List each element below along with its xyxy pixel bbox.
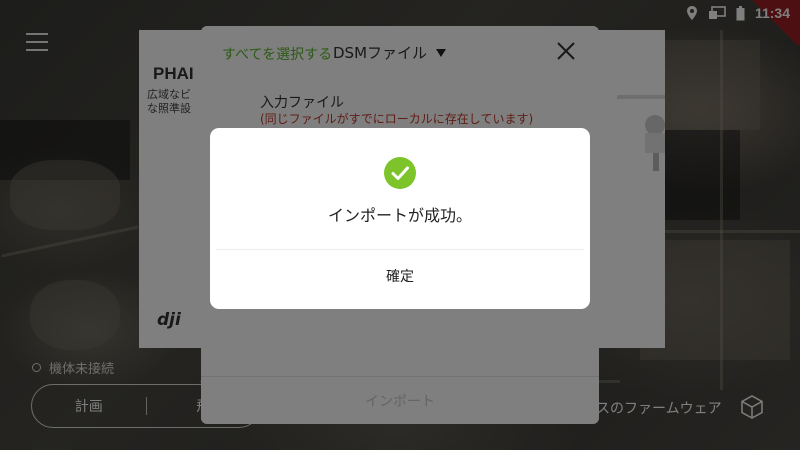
success-modal: インポートが成功。 確定 (210, 128, 590, 309)
confirm-button[interactable]: 確定 (216, 249, 584, 301)
success-message: インポートが成功。 (327, 206, 472, 225)
check-circle-icon (384, 157, 416, 189)
